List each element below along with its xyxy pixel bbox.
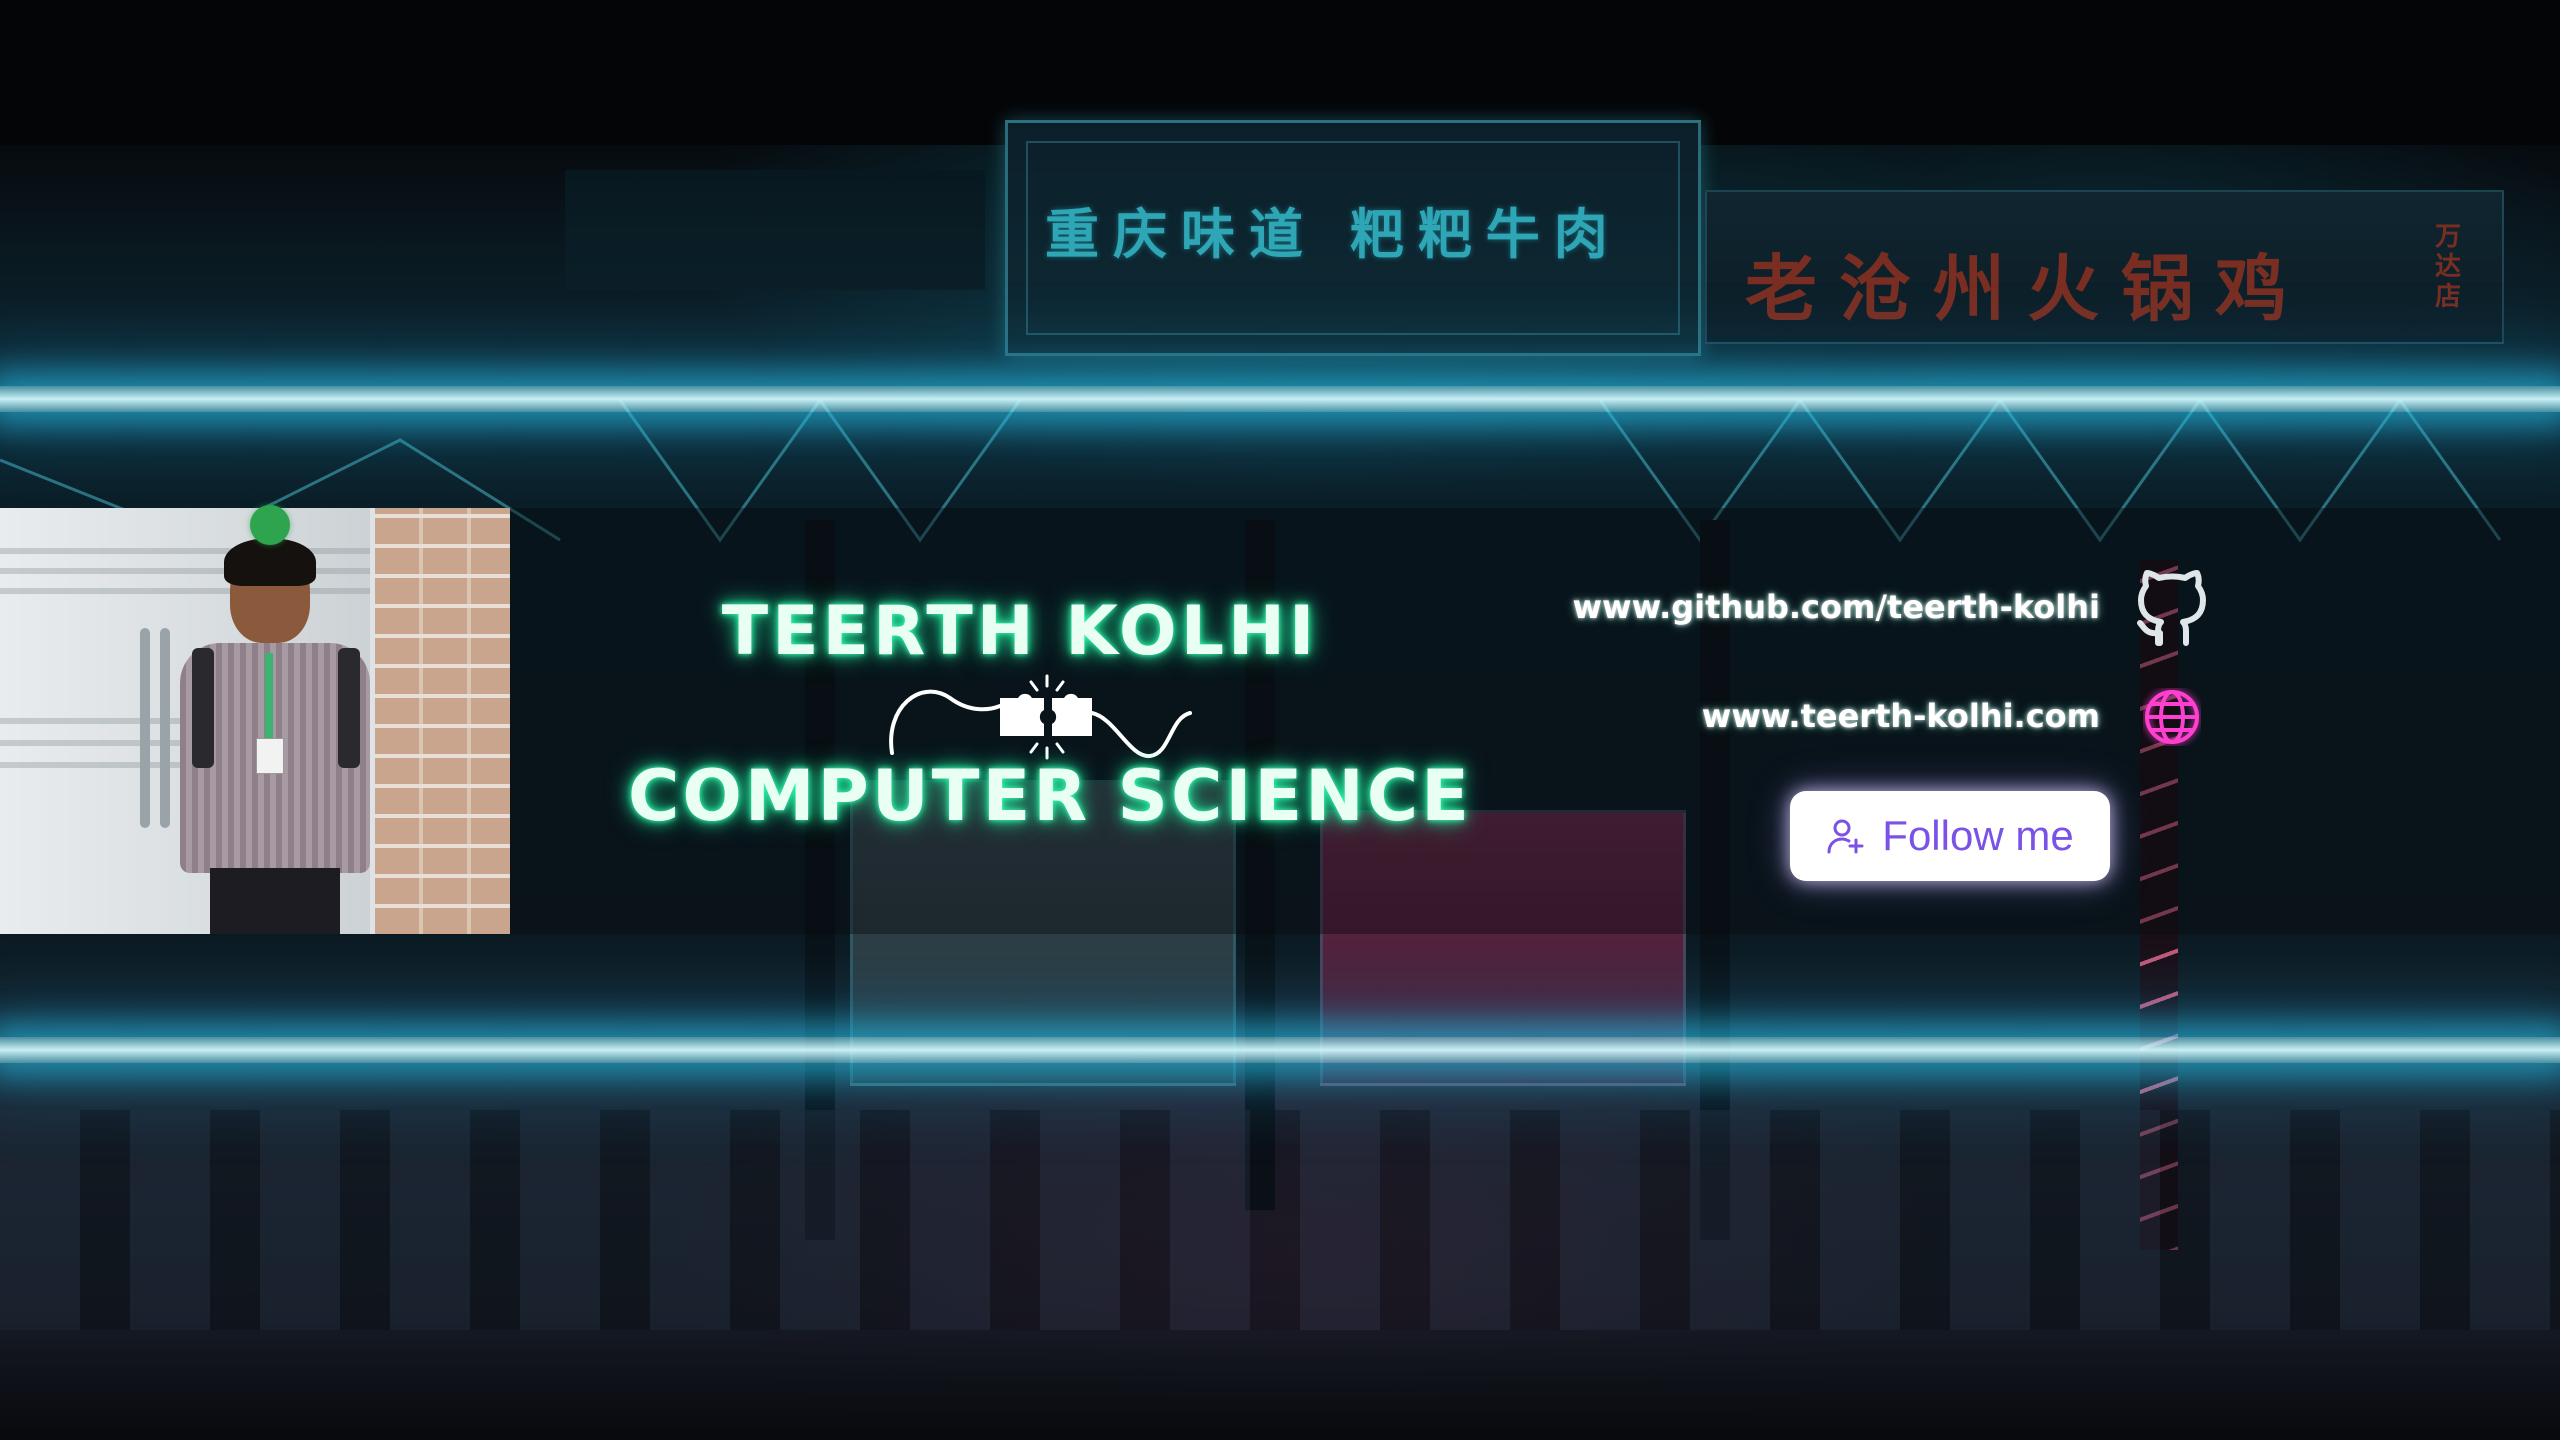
globe-icon[interactable] <box>2143 688 2201 746</box>
sign-right-subtext: 万达店 <box>2435 222 2462 312</box>
banner-name: TEERTH KOLHI <box>721 592 1319 671</box>
profile-photo <box>0 508 510 934</box>
github-link[interactable]: www.github.com/teerth-kolhi <box>1560 588 2100 626</box>
green-pin <box>250 505 290 545</box>
plug-icon <box>889 674 1192 760</box>
background-sign-left <box>565 170 985 290</box>
neon-bar-bottom <box>0 1019 2560 1081</box>
user-plus-icon <box>1827 819 1864 854</box>
website-link[interactable]: www.teerth-kolhi.com <box>1600 697 2100 735</box>
follow-button[interactable]: Follow me <box>1790 791 2110 881</box>
sign-right-text: 老沧州火锅鸡 <box>1745 247 2310 331</box>
github-icon[interactable] <box>2130 565 2214 655</box>
person-figure <box>170 538 380 934</box>
street-foreground <box>0 1330 2560 1440</box>
paved-ground <box>0 1110 2560 1330</box>
banner-field: COMPUTER SCIENCE <box>628 755 1472 837</box>
follow-button-label: Follow me <box>1882 812 2074 859</box>
sign-center-text: 重庆味道 粑粑牛肉 <box>1045 203 1622 266</box>
neon-bar-top <box>0 368 2560 430</box>
